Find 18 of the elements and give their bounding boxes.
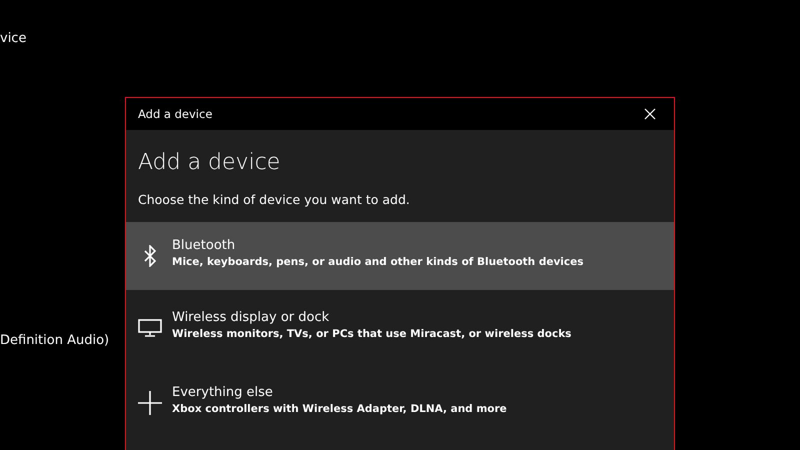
monitor-icon	[138, 318, 162, 336]
background-text: Definition Audio)	[0, 333, 110, 348]
window-title: Add a device	[138, 107, 212, 121]
bluetooth-icon	[144, 245, 156, 267]
option-title: Bluetooth	[172, 238, 236, 253]
device-option[interactable]: Wireless display or dock Wireless monitors, TVs, or PCs that use Miracast, or wireless docks	[126, 290, 674, 365]
background-text: vice	[0, 31, 26, 46]
device-option[interactable]: Bluetooth Mice, keyboards, pens, or audio and other kinds of Bluetooth devices	[126, 222, 674, 290]
option-title: Wireless display or dock	[172, 310, 330, 324]
option-description: Wireless monitors, TVs, or PCs that use Miracast, or wireless docks	[172, 328, 572, 340]
device-option[interactable]: Everything else Xbox controllers with Wireless Adapter, DLNA, and more	[126, 365, 674, 440]
option-title: Everything else	[172, 384, 274, 400]
close-icon[interactable]	[644, 108, 656, 120]
plus-icon	[138, 390, 162, 414]
option-description: Mice, keyboards, pens, or audio and other kinds of Bluetooth devices	[172, 256, 584, 268]
option-description: Xbox controllers with Wireless Adapter, DLNA, and more	[172, 402, 507, 414]
instruction-text: Choose the kind of device you want to add.	[137, 191, 411, 207]
dialog-heading: Add a device	[137, 150, 282, 175]
